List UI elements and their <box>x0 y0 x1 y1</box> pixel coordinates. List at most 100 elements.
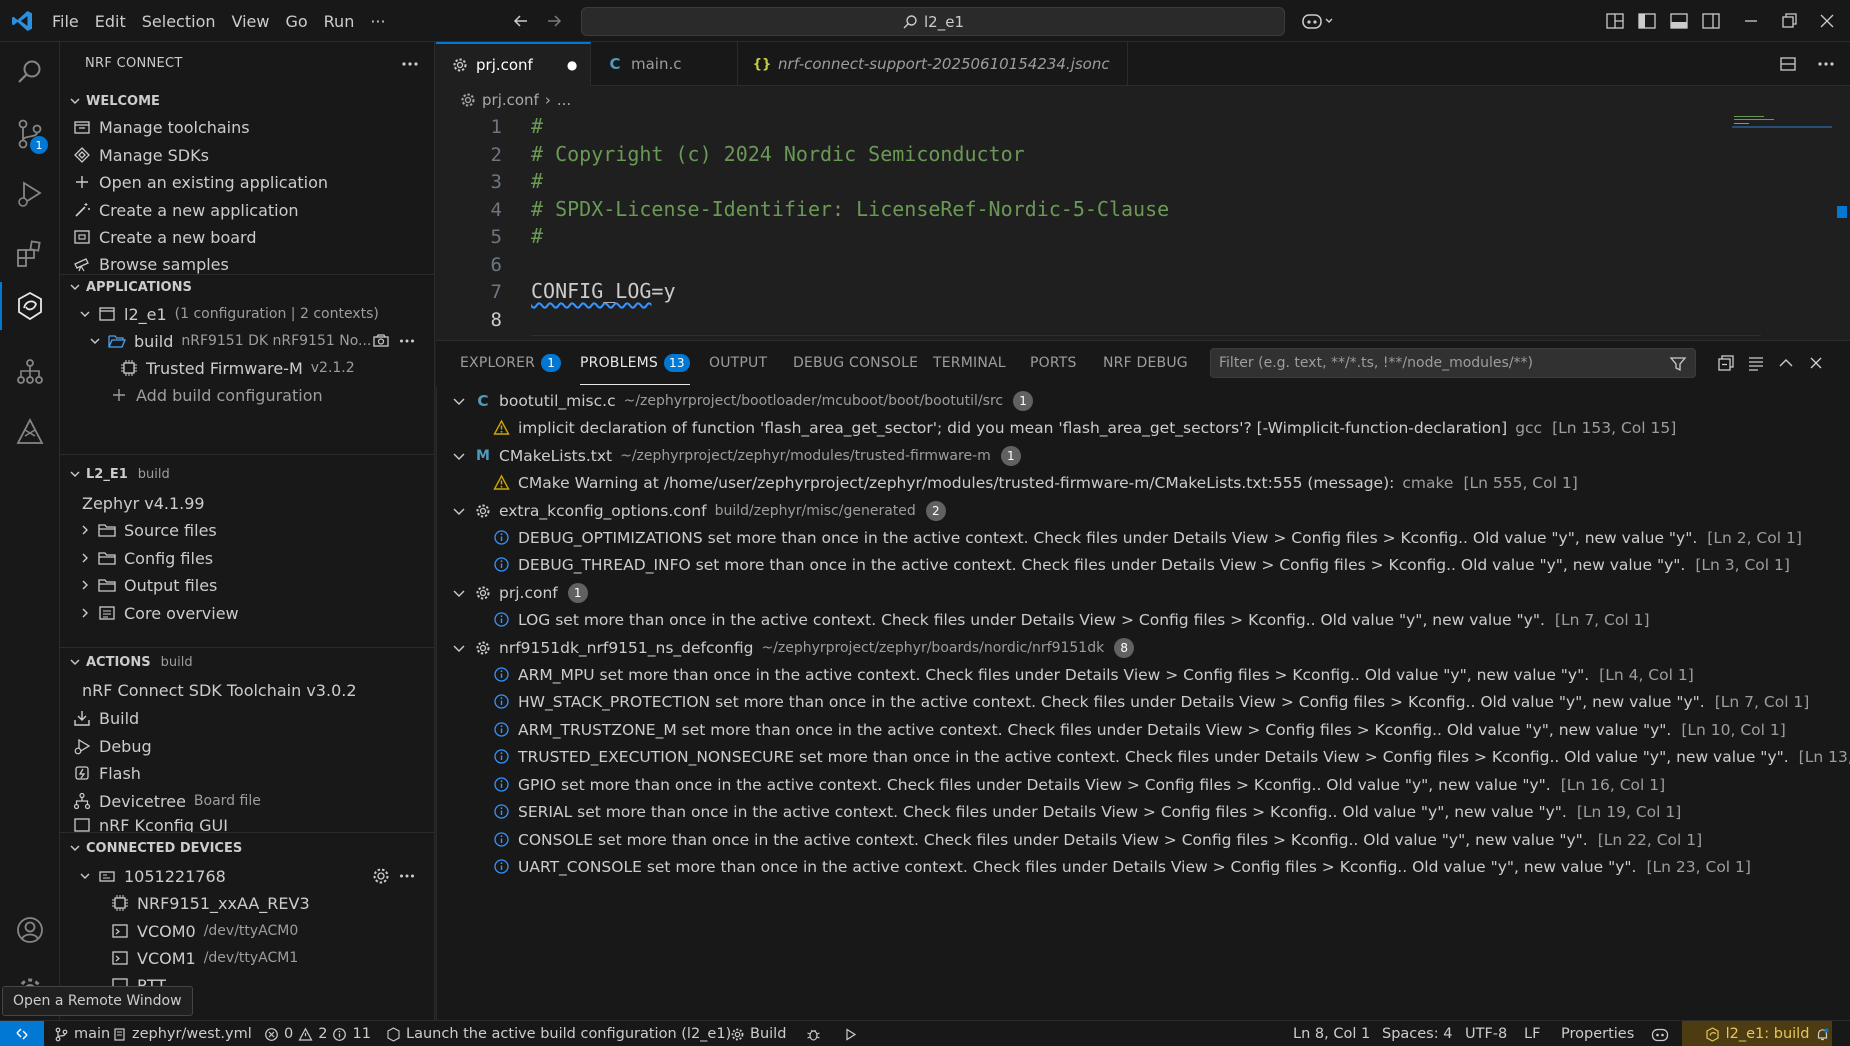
branch-indicator[interactable]: main <box>54 1021 110 1046</box>
action-build[interactable]: Build <box>73 705 139 731</box>
problem-item[interactable]: implicit declaration of function 'flash_… <box>437 414 1850 441</box>
restore-icon[interactable] <box>1778 10 1800 32</box>
menu-view[interactable]: View <box>224 12 278 31</box>
action-debug[interactable]: Debug <box>73 733 152 759</box>
maximize-panel-icon[interactable] <box>1776 353 1796 373</box>
menu-edit[interactable]: Edit <box>87 12 134 31</box>
manifest-indicator[interactable]: zephyr/west.yml <box>112 1021 252 1046</box>
back-arrow-icon[interactable] <box>510 10 532 32</box>
vcom0-item[interactable]: VCOM0 /dev/ttyACM0 <box>111 918 298 944</box>
copilot-icon[interactable] <box>1300 10 1336 32</box>
problem-item[interactable]: ARM_TRUSTZONE_M set more than once in th… <box>437 716 1850 743</box>
collapse-all-icon[interactable] <box>1716 353 1736 373</box>
tab-main-c[interactable]: C main.c <box>591 42 738 86</box>
problems-filter-input[interactable] <box>1219 352 1659 374</box>
toggle-secondary-sidebar-icon[interactable] <box>1700 10 1722 32</box>
encoding[interactable]: UTF-8 <box>1465 1021 1507 1046</box>
tab-prj-conf[interactable]: prj.conf ● <box>436 42 591 86</box>
problem-item[interactable]: CONSOLE set more than once in the active… <box>437 826 1850 853</box>
close-window-icon[interactable] <box>1816 10 1838 32</box>
command-center-search[interactable]: l2_e1 <box>581 7 1285 36</box>
create-application-item[interactable]: Create a new application <box>73 197 299 223</box>
problems-filter[interactable] <box>1210 348 1696 378</box>
view-as-list-icon[interactable] <box>1746 353 1766 373</box>
panel-tab-nrf-debug[interactable]: NRF DEBUG <box>1103 341 1188 385</box>
device-item[interactable]: 1051221768 <box>78 863 226 889</box>
copilot-status[interactable] <box>1651 1021 1669 1046</box>
close-panel-icon[interactable] <box>1806 353 1826 373</box>
more-actions-icon[interactable] <box>1816 54 1836 74</box>
core-overview-item[interactable]: Core overview <box>78 600 239 626</box>
notifications[interactable] <box>1815 1021 1830 1046</box>
create-board-item[interactable]: Create a new board <box>73 224 257 250</box>
indentation[interactable]: Spaces: 4 <box>1382 1021 1452 1046</box>
modified-dot[interactable]: ● <box>567 58 577 72</box>
section-details[interactable]: L2_E1 build <box>60 463 434 485</box>
menu-file[interactable]: File <box>44 12 87 31</box>
panel-tab-explorer[interactable]: EXPLORER 1 <box>460 341 562 385</box>
problem-item[interactable]: CMake Warning at /home/user/zephyrprojec… <box>437 469 1850 496</box>
section-actions[interactable]: ACTIONS build <box>60 651 434 673</box>
menu-go[interactable]: Go <box>277 12 315 31</box>
build-config-settings-icon[interactable] <box>372 332 390 350</box>
launch-build-config[interactable]: Launch the active build configuration (l… <box>386 1021 731 1046</box>
panel-tab-problems[interactable]: PROBLEMS 13 <box>580 341 690 385</box>
split-editor-icon[interactable] <box>1778 54 1798 74</box>
section-welcome[interactable]: WELCOME <box>60 90 434 112</box>
toggle-primary-sidebar-icon[interactable] <box>1636 10 1658 32</box>
active-context-indicator[interactable]: l2_e1: build <box>1682 1021 1832 1046</box>
problem-item[interactable]: ARM_MPU set more than once in the active… <box>437 661 1850 688</box>
menu-run[interactable]: Run <box>316 12 363 31</box>
accounts-icon[interactable] <box>14 914 46 946</box>
output-files-item[interactable]: Output files <box>78 572 217 598</box>
forward-arrow-icon[interactable] <box>543 10 565 32</box>
status-run-button[interactable] <box>843 1021 858 1046</box>
device-settings-icon[interactable] <box>372 867 390 885</box>
device-chip-item[interactable]: NRF9151_xxAA_REV3 <box>111 890 310 916</box>
problem-item[interactable]: DEBUG_THREAD_INFO set more than once in … <box>437 551 1850 578</box>
problem-item[interactable]: TRUSTED_EXECUTION_NONSECURE set more tha… <box>437 743 1850 770</box>
problem-file-group[interactable]: extra_kconfig_options.conf build/zephyr/… <box>437 497 1850 524</box>
application-item[interactable]: l2_e1 (1 configuration | 2 contexts) <box>78 301 379 327</box>
run-and-debug-icon[interactable] <box>14 178 46 210</box>
device-tree-icon[interactable] <box>14 356 46 388</box>
more-actions-icon[interactable] <box>400 54 420 74</box>
extensions-icon[interactable] <box>14 238 46 270</box>
filter-icon[interactable] <box>1669 355 1687 373</box>
problem-item[interactable]: GPIO set more than once in the active co… <box>437 771 1850 798</box>
remote-window-button[interactable] <box>0 1021 44 1046</box>
vertical-scrollbar[interactable] <box>1834 114 1848 338</box>
tab-support-jsonc[interactable]: {} nrf-connect-support-20250610154234.js… <box>738 42 1128 86</box>
search-icon[interactable] <box>14 56 46 88</box>
nrf-tools-icon[interactable] <box>14 416 46 448</box>
section-connected-devices[interactable]: CONNECTED DEVICES <box>60 837 434 859</box>
manage-toolchains-item[interactable]: Manage toolchains <box>73 114 250 140</box>
status-debug-button[interactable] <box>806 1021 821 1046</box>
language-mode[interactable]: Properties <box>1561 1021 1634 1046</box>
problem-item[interactable]: UART_CONSOLE set more than once in the a… <box>437 853 1850 880</box>
problems-indicator[interactable]: 0 2 11 <box>264 1021 371 1046</box>
end-of-line[interactable]: LF <box>1524 1021 1540 1046</box>
more-actions-icon[interactable] <box>398 332 416 350</box>
problem-item[interactable]: LOG set more than once in the active con… <box>437 606 1850 633</box>
source-files-item[interactable]: Source files <box>78 517 217 543</box>
breadcrumb-more[interactable]: ... <box>557 91 571 109</box>
problem-item[interactable]: SERIAL set more than once in the active … <box>437 798 1850 825</box>
panel-tab-terminal[interactable]: TERMINAL <box>933 341 1006 385</box>
problem-item[interactable]: HW_STACK_PROTECTION set more than once i… <box>437 688 1850 715</box>
panel-tab-ports[interactable]: PORTS <box>1030 341 1077 385</box>
problem-file-group[interactable]: C bootutil_misc.c ~/zephyrproject/bootlo… <box>437 387 1850 414</box>
menu-more[interactable]: ··· <box>362 12 393 31</box>
action-devicetree[interactable]: Devicetree Board file <box>73 788 261 814</box>
customize-layout-icon[interactable] <box>1604 10 1626 32</box>
action-kconfig[interactable]: nRF Kconfig GUI <box>73 816 228 832</box>
action-flash[interactable]: Flash <box>73 760 141 786</box>
problem-file-group[interactable]: nrf9151dk_nrf9151_ns_defconfig ~/zephyrp… <box>437 634 1850 661</box>
problem-file-group[interactable]: prj.conf 1 <box>437 579 1850 606</box>
panel-tab-output[interactable]: OUTPUT <box>709 341 767 385</box>
minimize-icon[interactable] <box>1740 10 1762 32</box>
manage-sdks-item[interactable]: Manage SDKs <box>73 142 209 168</box>
toggle-panel-icon[interactable] <box>1668 10 1690 32</box>
section-applications[interactable]: APPLICATIONS <box>60 276 434 298</box>
more-actions-icon[interactable] <box>398 867 416 885</box>
